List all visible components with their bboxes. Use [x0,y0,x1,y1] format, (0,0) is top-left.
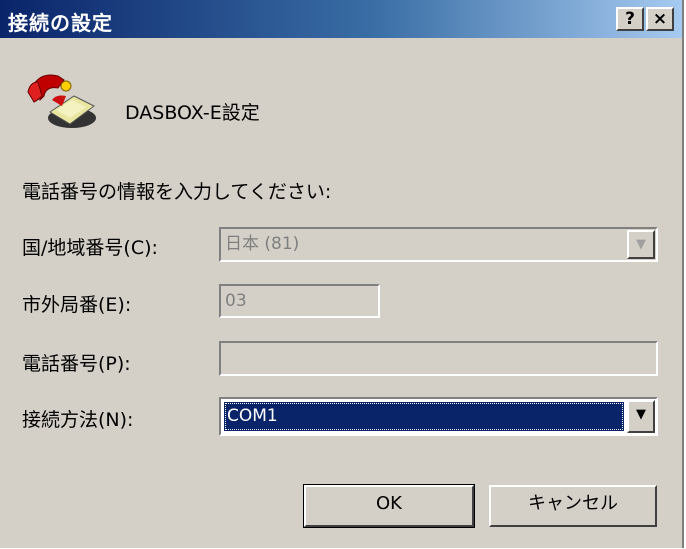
close-button[interactable]: × [646,7,674,31]
ok-button[interactable]: OK [303,484,475,528]
telephone-icon [27,74,96,128]
connection-name: DASBOX-E設定 [125,102,260,124]
phone-field[interactable] [219,341,658,376]
help-button[interactable]: ? [616,7,644,31]
title-bar: 接続の設定 ? × [0,0,682,38]
country-label: 国/地域番号(C): [22,237,158,259]
area-code-label: 市外局番(E): [22,294,132,316]
country-select[interactable]: 日本 (81) ▼ [219,227,658,262]
phone-label: 電話番号(P): [22,353,131,375]
cancel-button[interactable]: キャンセル [489,485,657,527]
country-value: 日本 (81) [225,234,300,254]
connect-using-label: 接続方法(N): [22,409,134,431]
chevron-down-icon[interactable]: ▼ [627,230,655,259]
connect-using-select[interactable]: COM1 ▼ [219,397,658,436]
chevron-down-icon[interactable]: ▼ [627,400,655,433]
connection-settings-dialog: 接続の設定 ? × DASBOX-E設定 電話番号の情報を入力してください: 国… [0,0,684,548]
area-code-field[interactable]: 03 [219,284,380,318]
instruction-text: 電話番号の情報を入力してください: [22,181,332,203]
window-title: 接続の設定 [8,11,113,35]
connect-using-value: COM1 [224,402,624,431]
area-code-value: 03 [225,291,247,311]
